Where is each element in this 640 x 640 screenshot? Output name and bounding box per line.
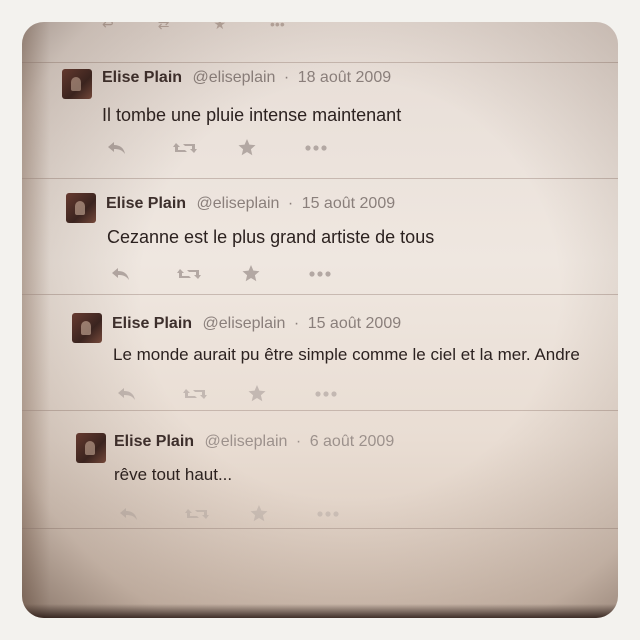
tweet-header: Elise Plain @eliseplain · 18 août 2009: [102, 69, 391, 87]
more-icon[interactable]: [304, 144, 370, 152]
tweet-actions: [110, 265, 374, 282]
reply-icon[interactable]: ↩: [102, 22, 114, 33]
favorite-icon[interactable]: [238, 139, 304, 156]
tweet[interactable]: Elise Plain @eliseplain · 15 août 2009 C…: [22, 178, 618, 297]
tweet-header: Elise Plain @eliseplain · 6 août 2009: [114, 433, 394, 451]
timeline-divider: [22, 528, 618, 530]
user-handle[interactable]: @eliseplain: [197, 195, 280, 212]
tweet-actions: [116, 385, 380, 402]
avatar[interactable]: [66, 193, 96, 223]
tweet[interactable]: Elise Plain @eliseplain · 15 août 2009 L…: [22, 294, 618, 413]
retweet-icon[interactable]: [182, 386, 248, 402]
reply-icon[interactable]: [106, 140, 172, 156]
more-icon[interactable]: [308, 270, 374, 278]
tweet-date[interactable]: 6 août 2009: [310, 433, 395, 450]
previous-tweet-actions: ↩ ⇄ ★ •••: [102, 22, 285, 33]
reply-icon[interactable]: [118, 506, 184, 522]
retweet-icon[interactable]: [176, 266, 242, 282]
user-name[interactable]: Elise Plain: [112, 315, 192, 332]
tweet-text: Cezanne est le plus grand artiste de tou…: [107, 227, 435, 247]
retweet-icon[interactable]: [172, 140, 238, 156]
screen-photo-frame: ↩ ⇄ ★ ••• Elise Plain @eliseplain · 18 a…: [22, 22, 618, 618]
favorite-icon[interactable]: [248, 385, 314, 402]
user-handle[interactable]: @eliseplain: [193, 69, 276, 86]
user-name[interactable]: Elise Plain: [106, 195, 186, 212]
tweet-actions: [106, 139, 370, 156]
separator: ·: [295, 433, 302, 450]
avatar[interactable]: [72, 313, 102, 343]
tweet-date[interactable]: 15 août 2009: [308, 315, 401, 332]
tweet-date[interactable]: 18 août 2009: [298, 69, 391, 86]
user-name[interactable]: Elise Plain: [114, 433, 194, 450]
favorite-icon[interactable]: ★: [213, 22, 226, 33]
tweet-text: Le monde aurait pu être simple comme le …: [113, 345, 580, 364]
reply-icon[interactable]: [116, 386, 182, 402]
avatar[interactable]: [62, 69, 92, 99]
tweet-text: Il tombe une pluie intense maintenant: [102, 105, 402, 125]
separator: ·: [287, 195, 294, 212]
avatar[interactable]: [76, 433, 106, 463]
tweet-header: Elise Plain @eliseplain · 15 août 2009: [112, 315, 401, 333]
tweet-actions: [118, 505, 382, 522]
favorite-icon[interactable]: [250, 505, 316, 522]
retweet-icon[interactable]: ⇄: [158, 22, 170, 33]
more-icon[interactable]: •••: [270, 22, 285, 33]
favorite-icon[interactable]: [242, 265, 308, 282]
tweet[interactable]: Elise Plain @eliseplain · 6 août 2009 rê…: [22, 410, 618, 531]
tweet-text: rêve tout haut...: [114, 465, 233, 484]
tweet-date[interactable]: 15 août 2009: [302, 195, 395, 212]
separator: ·: [293, 315, 300, 332]
tweet-header: Elise Plain @eliseplain · 15 août 2009: [106, 195, 395, 213]
user-handle[interactable]: @eliseplain: [203, 315, 286, 332]
separator: ·: [283, 69, 290, 86]
user-handle[interactable]: @eliseplain: [205, 433, 288, 450]
user-name[interactable]: Elise Plain: [102, 69, 182, 86]
reply-icon[interactable]: [110, 266, 176, 282]
more-icon[interactable]: [316, 510, 382, 518]
monitor-bezel: [22, 604, 618, 618]
more-icon[interactable]: [314, 390, 380, 398]
retweet-icon[interactable]: [184, 506, 250, 522]
